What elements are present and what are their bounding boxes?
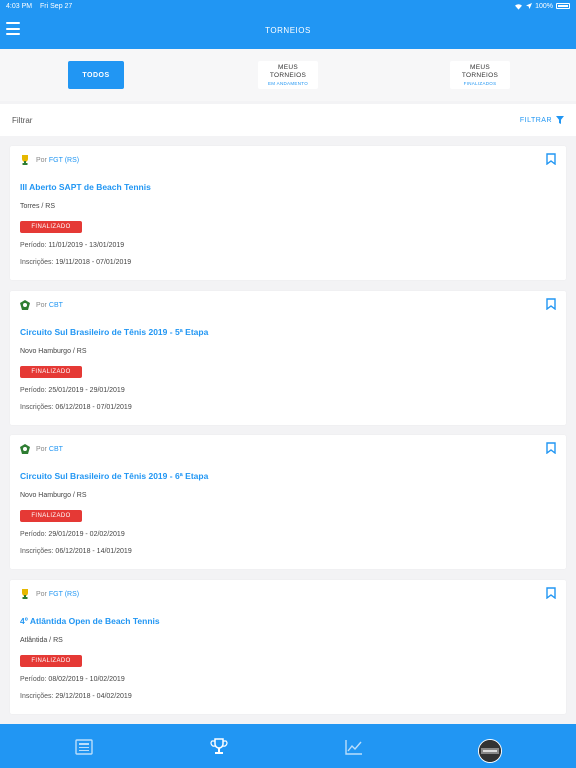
bookmark-icon[interactable] [546, 442, 556, 454]
tournament-period: Período: 29/01/2019 - 02/02/2019 [20, 531, 125, 538]
organizer-prefix: Por [36, 445, 47, 453]
filter-button-label: FILTRAR [519, 116, 552, 124]
organizer-name[interactable]: CBT [49, 302, 63, 309]
tournament-city: Atlântida / RS [20, 637, 63, 644]
status-time: 4:03 PM [6, 2, 33, 10]
tournament-title[interactable]: 4º Atlântida Open de Beach Tennis [20, 616, 160, 626]
organizer: Por CBT [20, 444, 63, 454]
fgt-logo-icon [22, 589, 28, 599]
tournament-title[interactable]: Circuito Sul Brasileiro de Tênis 2019 - … [20, 327, 208, 337]
chart-icon[interactable] [344, 737, 364, 757]
wifi-icon [515, 3, 523, 10]
cbt-logo-icon [20, 444, 30, 454]
tournament-period: Período: 11/01/2019 - 13/01/2019 [20, 242, 125, 249]
organizer-name[interactable]: CBT [49, 446, 63, 453]
battery-percent: 100% [535, 2, 553, 10]
tournament-card[interactable]: Por CBT Circuito Sul Brasileiro de Tênis … [10, 291, 566, 425]
tab-label-line1: MEUS [470, 63, 490, 71]
tournament-title[interactable]: Circuito Sul Brasileiro de Tênis 2019 - … [20, 471, 208, 481]
cbt-logo-icon [20, 300, 30, 310]
organizer-name[interactable]: FGT (RS) [49, 157, 79, 164]
bookmark-icon[interactable] [546, 298, 556, 310]
bookmark-icon[interactable] [546, 587, 556, 599]
filter-button[interactable]: FILTRAR [520, 116, 564, 124]
tab-label-line2: TORNEIOS [461, 71, 499, 79]
status-badge: FINALIZADO [20, 655, 82, 667]
tab-todos[interactable]: TODOS [68, 61, 124, 89]
tournament-city: Novo Hamburgo / RS [20, 348, 87, 355]
tournament-registration: Inscrições: 19/11/2018 - 07/01/2019 [20, 259, 132, 266]
tournament-card[interactable]: Por CBT Circuito Sul Brasileiro de Tênis … [10, 435, 566, 569]
status-badge: FINALIZADO [20, 221, 82, 233]
organizer-prefix: Por [36, 590, 47, 598]
tournament-filter-tabs: TODOS MEUS TORNEIOS EM ANDAMENTO MEUS TO… [0, 49, 576, 101]
tab-meus-torneios-finalizados[interactable]: MEUS TORNEIOS FINALIZADOS [450, 61, 510, 89]
tournament-card[interactable]: Por FGT (RS) 4º Atlântida Open de Beach T… [10, 580, 566, 714]
filter-icon [556, 116, 564, 124]
organizer-prefix: Por [36, 301, 47, 309]
status-badge: FINALIZADO [20, 510, 82, 522]
status-badge: FINALIZADO [20, 366, 82, 378]
filter-bar: Filtrar FILTRAR [0, 104, 576, 136]
news-icon[interactable] [74, 737, 94, 757]
tournament-period: Período: 25/01/2019 - 29/01/2019 [20, 387, 125, 394]
organizer: Por CBT [20, 300, 63, 310]
app-header: TORNEIOS [0, 12, 576, 49]
tournament-card[interactable]: Por FGT (RS) III Aberto SAPT de Beach Ten… [10, 146, 566, 280]
hamburger-menu-icon[interactable] [6, 22, 20, 35]
tab-meus-torneios-andamento[interactable]: MEUS TORNEIOS EM ANDAMENTO [258, 61, 318, 89]
tab-label-line1: MEUS [278, 63, 298, 71]
page-title: TORNEIOS [265, 26, 311, 35]
bookmark-icon[interactable] [546, 153, 556, 165]
organizer: Por FGT (RS) [20, 589, 79, 599]
organizer: Por FGT (RS) [20, 155, 79, 165]
tournament-registration: Inscrições: 06/12/2018 - 07/01/2019 [20, 404, 132, 411]
organizer-prefix: Por [36, 156, 47, 164]
tab-sublabel: EM ANDAMENTO [267, 80, 309, 86]
fgt-logo-icon [22, 155, 28, 165]
location-icon [526, 3, 533, 9]
trophy-icon[interactable] [209, 737, 229, 757]
status-date: Fri Sep 27 [40, 2, 73, 10]
tournament-registration: Inscrições: 29/12/2018 - 04/02/2019 [20, 693, 132, 700]
tournament-registration: Inscrições: 06/12/2018 - 14/01/2019 [20, 548, 132, 555]
avatar-icon[interactable] [478, 739, 502, 763]
organizer-name[interactable]: FGT (RS) [49, 591, 79, 598]
tab-label-line2: TORNEIOS [269, 71, 307, 79]
tournament-city: Novo Hamburgo / RS [20, 492, 87, 499]
bottom-tab-bar [0, 724, 576, 768]
battery-icon [556, 3, 570, 9]
tab-sublabel: FINALIZADOS [463, 80, 497, 86]
tournament-period: Período: 08/02/2019 - 10/02/2019 [20, 676, 125, 683]
status-bar: 4:03 PM Fri Sep 27 100% [0, 0, 576, 12]
filter-input[interactable]: Filtrar [12, 116, 32, 125]
tournament-title[interactable]: III Aberto SAPT de Beach Tennis [20, 182, 151, 192]
tournament-city: Torres / RS [20, 203, 56, 210]
